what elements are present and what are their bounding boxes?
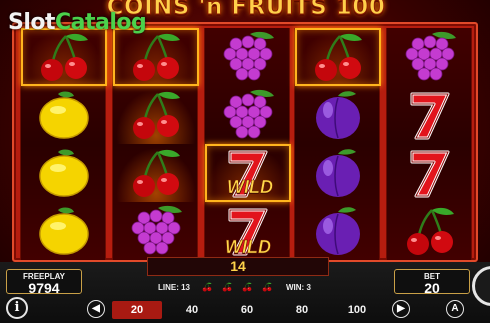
line-cherry-icon [201,280,213,292]
symbol-seven-wild: WILD [205,144,291,202]
bet-option-100[interactable]: 100 [332,301,382,319]
watermark-part2: Catalog [55,10,147,35]
line-cherry-icon [241,280,253,292]
reel-1 [20,28,107,260]
symbol-cherry [295,28,381,86]
reel-5 [386,28,472,260]
symbol-seven [387,144,473,202]
symbol-lemon [21,144,107,202]
win-amount-display: 14 [147,257,329,276]
symbol-cherry [113,86,199,144]
bet-option-40[interactable]: 40 [167,301,217,319]
line-cherry-icon [261,280,273,292]
freeplay-value: 9794 [28,280,60,296]
symbol-cherry [387,202,473,260]
bet-option-60[interactable]: 60 [222,301,272,319]
symbol-seven [387,86,473,144]
bet-selector: 20 40 60 80 100 [0,298,490,323]
symbol-cherry [113,144,199,202]
reel-4 [294,28,381,260]
symbol-grape [387,28,473,86]
reel-frame: WILD WILD [12,22,478,262]
bet-value: 20 [424,280,440,296]
autoplay-button[interactable]: A [446,300,464,318]
symbol-cherry [21,28,107,86]
symbol-plum [295,86,381,144]
bet-option-80[interactable]: 80 [277,301,327,319]
symbol-lemon [21,86,107,144]
reel-3: WILD WILD [204,28,291,260]
symbol-cherry [113,28,199,86]
wild-label: WILD [225,237,272,258]
symbol-lemon [21,202,107,260]
symbol-grape [205,28,291,86]
game-stage: WILD WILD COINS 'n FRUITS 100 SlotCatalog… [0,0,490,323]
watermark-part1: Slot [8,10,56,35]
reel-2 [112,28,199,260]
line-info: LINE: 13 [158,283,191,292]
win-info: WIN: 3 [286,283,311,292]
symbol-seven-wild: WILD [205,202,291,260]
freeplay-box: FREEPLAY 9794 [6,269,82,296]
bet-box: BET 20 [394,269,470,296]
wild-label: WILD [227,177,274,198]
symbol-plum [295,202,381,260]
line-cherry-icon [221,280,233,292]
bet-option-20[interactable]: 20 [112,301,162,319]
symbol-grape [205,86,291,144]
watermark-logo: SlotCatalog [8,10,147,35]
next-bet-button[interactable]: ▶ [392,300,410,318]
symbol-grape [113,202,199,260]
symbol-plum [295,144,381,202]
